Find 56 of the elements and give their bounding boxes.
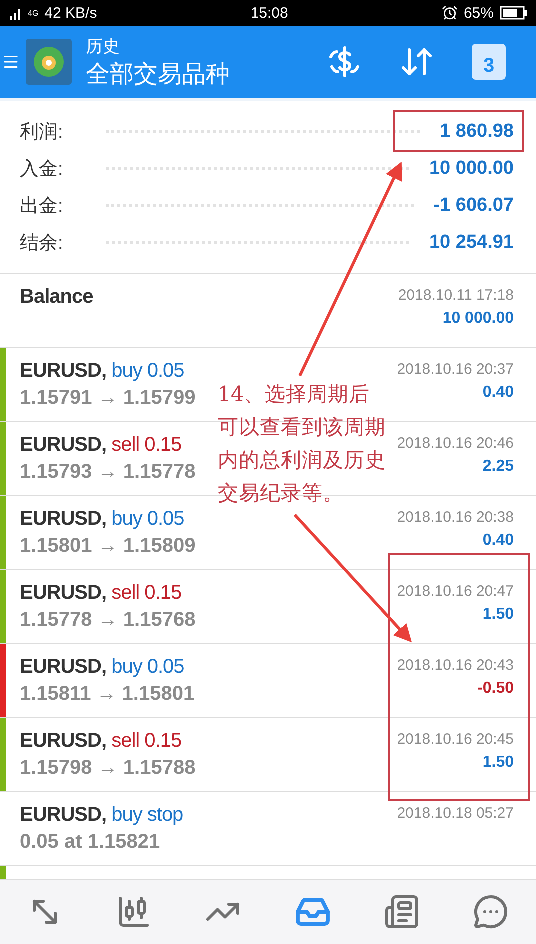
trade-title: EURUSD, sell 0.15 bbox=[20, 434, 182, 457]
trade-title: Balance bbox=[20, 286, 94, 309]
trade-amount: 2.25 bbox=[482, 458, 514, 476]
annotation-text: 交易纪录等。 bbox=[218, 480, 345, 507]
summary-label: 入金: bbox=[20, 158, 64, 182]
trade-title: EURUSD, buy 0.05 bbox=[20, 508, 184, 531]
alarm-icon bbox=[442, 5, 458, 21]
trade-time: 2018.10.16 20:43 bbox=[397, 657, 514, 674]
network-type: 4G bbox=[28, 8, 39, 18]
battery-percent: 65% bbox=[464, 4, 494, 22]
trade-prices: 1.15778 → 1.15768 bbox=[20, 609, 196, 632]
trade-prices: 1.15798 → 1.15788 bbox=[20, 757, 196, 780]
signal-icon bbox=[8, 6, 22, 20]
calendar-button[interactable]: 3 bbox=[472, 44, 506, 80]
trade-prices: 1.15793 → 1.15778 bbox=[20, 461, 196, 484]
battery-icon bbox=[500, 6, 528, 20]
trade-title: EURUSD, sell 0.15 bbox=[20, 730, 182, 753]
summary-value: 1 860.98 bbox=[440, 120, 514, 142]
trade-title: EURUSD, buy stop bbox=[20, 804, 184, 827]
trade-time: 2018.10.16 20:38 bbox=[397, 509, 514, 526]
trade-time: 2018.10.16 20:37 bbox=[397, 361, 514, 378]
trade-title: EURUSD, buy 0.05 bbox=[20, 656, 184, 679]
speech-bubble-icon bbox=[473, 894, 510, 930]
summary-value: 10 000.00 bbox=[429, 158, 514, 180]
trade-prices: 1.15791 → 1.15799 bbox=[20, 387, 196, 410]
clock: 15:08 bbox=[250, 4, 288, 22]
annotation-text: 14、选择周期后 bbox=[218, 381, 372, 408]
trade-amount: 1.50 bbox=[482, 606, 514, 624]
trade-title: EURUSD, sell 0.15 bbox=[20, 582, 182, 605]
symbol-filter[interactable]: 全部交易品种 bbox=[86, 58, 320, 90]
trade-amount: 0.40 bbox=[482, 532, 514, 550]
summary-value: 10 254.91 bbox=[429, 232, 514, 254]
app-logo-icon bbox=[26, 39, 72, 85]
trade-amount: 0.40 bbox=[482, 384, 514, 402]
summary-label: 利润: bbox=[20, 120, 64, 144]
trade-time: 2018.10.16 20:47 bbox=[397, 583, 514, 600]
trade-time: 2018.10.18 05:27 bbox=[397, 805, 514, 822]
trade-prices: 0.05 at 1.15821 bbox=[20, 831, 160, 854]
trade-time: 2018.10.11 17:18 bbox=[398, 287, 514, 304]
trade-amount: -0.50 bbox=[478, 680, 514, 698]
trade-time: 2018.10.16 20:45 bbox=[397, 731, 514, 748]
menu-icon[interactable] bbox=[2, 53, 20, 71]
newspaper-icon bbox=[384, 894, 420, 930]
screen-title: 历史 bbox=[86, 36, 121, 58]
network-speed: 42 KB/s bbox=[44, 4, 98, 22]
trade-prices: 1.15801 → 1.15809 bbox=[20, 535, 196, 558]
trade-amount: 1.50 bbox=[482, 754, 514, 772]
annotation-text: 可以查看到该周期 bbox=[218, 414, 386, 441]
trade-title: EURUSD, buy 0.05 bbox=[20, 360, 184, 383]
summary-label: 结余: bbox=[20, 232, 64, 256]
annotation-text: 内的总利润及历史 bbox=[218, 447, 386, 474]
trade-amount: 10 000.00 bbox=[442, 310, 514, 328]
trade-prices: 1.15811 → 1.15801 bbox=[20, 683, 195, 706]
trade-time: 2018.10.16 20:46 bbox=[397, 435, 514, 452]
summary-label: 出金: bbox=[20, 194, 64, 218]
summary-value: -1 606.07 bbox=[434, 194, 514, 216]
